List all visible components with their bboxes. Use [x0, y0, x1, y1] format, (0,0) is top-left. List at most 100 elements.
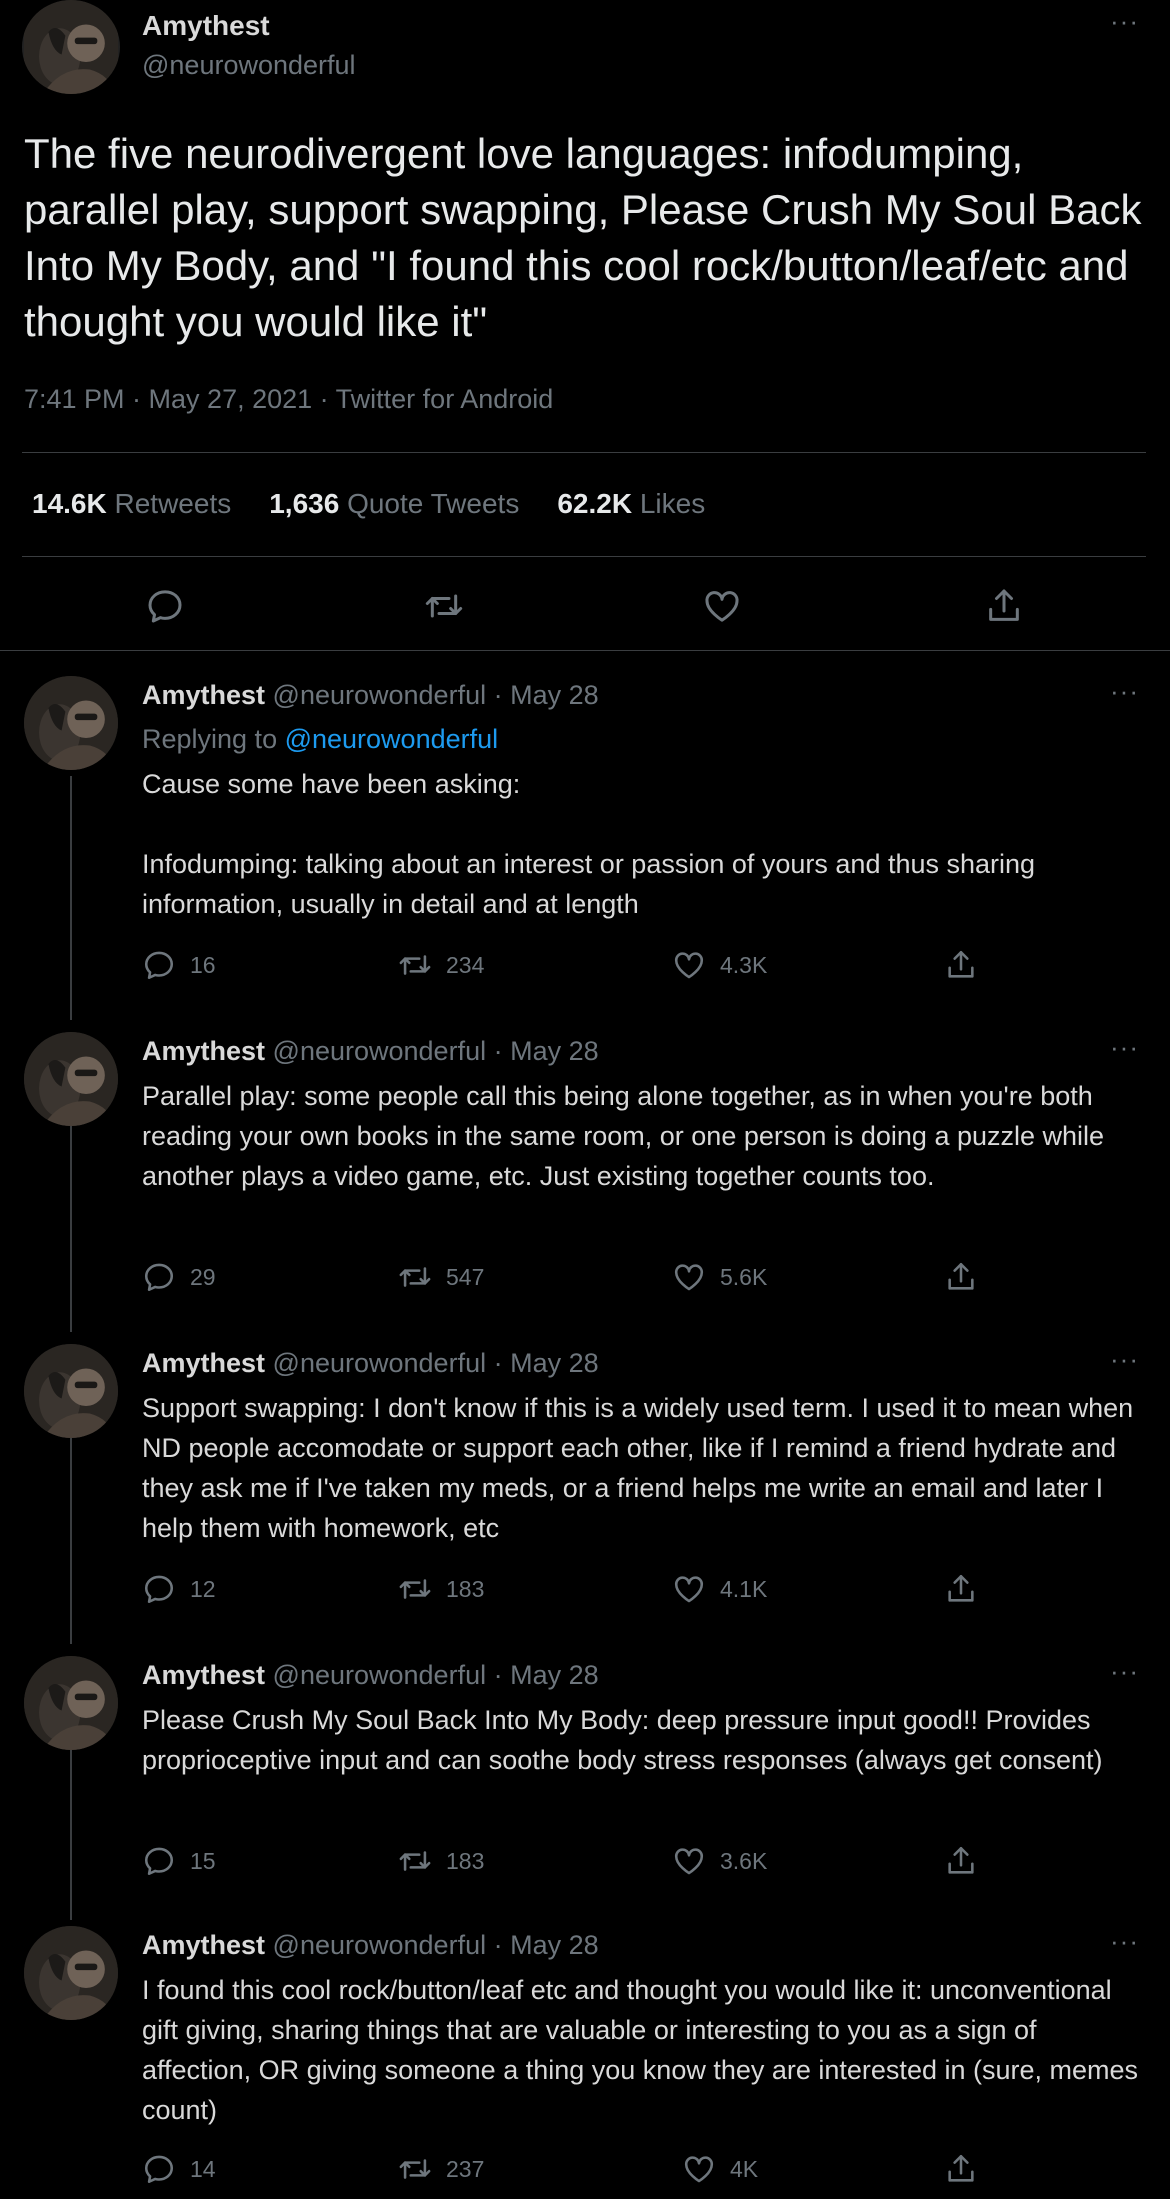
- retweet-action[interactable]: 547: [398, 1260, 484, 1294]
- reply-meta[interactable]: @neurowonderful · May 28: [273, 680, 599, 710]
- avatar[interactable]: [24, 1344, 118, 1438]
- share-action[interactable]: [944, 1844, 978, 1878]
- author-name[interactable]: Amythest: [142, 10, 270, 42]
- share-icon: [944, 1572, 978, 1606]
- avatar[interactable]: [24, 1656, 118, 1750]
- reply-tweet[interactable]: Amythest @neurowonderful · May 28 ··· I …: [0, 1922, 1170, 2199]
- more-icon[interactable]: ···: [1110, 6, 1139, 37]
- more-icon[interactable]: ···: [1110, 1344, 1139, 1375]
- more-icon[interactable]: ···: [1110, 676, 1139, 707]
- reply-icon: [142, 1572, 176, 1606]
- retweet-count: 237: [446, 2155, 485, 2182]
- retweet-icon: [398, 948, 432, 982]
- quotes-stat[interactable]: 1,636 Quote Tweets: [269, 488, 519, 520]
- heart-icon: [672, 1260, 706, 1294]
- replying-to-label: Replying to: [142, 724, 285, 754]
- share-icon: [944, 2152, 978, 2186]
- reply-count: 16: [190, 951, 216, 978]
- section-divider: [0, 650, 1170, 651]
- like-action[interactable]: 4K: [682, 2152, 758, 2186]
- avatar-image: [22, 0, 120, 94]
- avatar[interactable]: [22, 0, 120, 94]
- divider: [22, 556, 1146, 557]
- avatar[interactable]: [24, 1032, 118, 1126]
- retweet-icon[interactable]: [424, 586, 464, 626]
- reply-actions: 12 183 4.1K: [142, 1572, 992, 1612]
- retweet-action[interactable]: 183: [398, 1572, 484, 1606]
- replying-to: Replying to @neurowonderful: [142, 724, 498, 755]
- reply-tweet[interactable]: Amythest @neurowonderful · May 28 ··· Pl…: [0, 1652, 1170, 1902]
- retweet-action[interactable]: 234: [398, 948, 484, 982]
- reply-tweet[interactable]: Amythest @neurowonderful · May 28 ··· Su…: [0, 1340, 1170, 1630]
- reply-text: I found this cool rock/button/leaf etc a…: [142, 1975, 1146, 2125]
- retweet-icon: [398, 1572, 432, 1606]
- more-icon[interactable]: ···: [1110, 1032, 1139, 1063]
- divider: [22, 452, 1146, 453]
- reply-action[interactable]: 14: [142, 2152, 216, 2186]
- reply-icon: [142, 1844, 176, 1878]
- heart-icon[interactable]: [702, 586, 742, 626]
- more-icon[interactable]: ···: [1110, 1656, 1139, 1687]
- tweet-text: The five neurodivergent love languages: …: [24, 130, 1142, 345]
- author-handle[interactable]: @neurowonderful: [142, 50, 356, 81]
- reply-meta[interactable]: @neurowonderful · May 28: [273, 1036, 599, 1066]
- reply-icon[interactable]: [145, 586, 185, 626]
- like-action[interactable]: 4.1K: [672, 1572, 767, 1606]
- like-count: 4K: [730, 2155, 759, 2182]
- likes-count: 62.2K: [557, 488, 633, 519]
- reply-header: Amythest @neurowonderful · May 28: [142, 1348, 599, 1379]
- reply-text: Cause some have been asking: Infodumping…: [142, 769, 1036, 919]
- reply-icon: [142, 1260, 176, 1294]
- reply-action[interactable]: 16: [142, 948, 216, 982]
- likes-label: Likes: [639, 488, 706, 519]
- tweet-stats: 14.6K Retweets 1,636 Quote Tweets 62.2K …: [32, 488, 705, 520]
- like-count: 4.1K: [720, 1575, 768, 1602]
- reply-actions: 14 237 4K: [142, 2152, 992, 2192]
- share-icon[interactable]: [984, 586, 1024, 626]
- author-name[interactable]: Amythest: [142, 1348, 265, 1378]
- reply-actions: 15 183 3.6K: [142, 1844, 992, 1884]
- like-action[interactable]: 3.6K: [672, 1844, 767, 1878]
- reply-tweet[interactable]: Amythest @neurowonderful · May 28 ··· Re…: [0, 672, 1170, 984]
- reply-action[interactable]: 12: [142, 1572, 216, 1606]
- author-name[interactable]: Amythest: [142, 1660, 265, 1690]
- author-name[interactable]: Amythest: [142, 1930, 265, 1960]
- like-count: 5.6K: [720, 1263, 768, 1290]
- reply-meta[interactable]: @neurowonderful · May 28: [273, 1348, 599, 1378]
- retweet-action[interactable]: 237: [398, 2152, 484, 2186]
- retweet-count: 183: [446, 1847, 485, 1874]
- retweets-stat[interactable]: 14.6K Retweets: [32, 488, 231, 520]
- like-action[interactable]: 4.3K: [672, 948, 767, 982]
- reply-count: 29: [190, 1263, 216, 1290]
- share-icon: [944, 1844, 978, 1878]
- more-icon[interactable]: ···: [1110, 1926, 1139, 1957]
- quotes-label: Quote Tweets: [347, 488, 520, 519]
- reply-header: Amythest @neurowonderful · May 28: [142, 1036, 599, 1067]
- author-name[interactable]: Amythest: [142, 680, 265, 710]
- tweet-timestamp[interactable]: 7:41 PM · May 27, 2021 · Twitter for And…: [24, 384, 553, 415]
- avatar[interactable]: [24, 676, 118, 770]
- replying-to-handle[interactable]: @neurowonderful: [285, 724, 499, 754]
- retweets-count: 14.6K: [32, 488, 107, 519]
- likes-stat[interactable]: 62.2K Likes: [557, 488, 705, 520]
- reply-tweet[interactable]: Amythest @neurowonderful · May 28 ··· Pa…: [0, 1028, 1170, 1318]
- reply-meta[interactable]: @neurowonderful · May 28: [273, 1660, 599, 1690]
- reply-meta[interactable]: @neurowonderful · May 28: [273, 1930, 599, 1960]
- reply-action[interactable]: 15: [142, 1844, 216, 1878]
- author-name[interactable]: Amythest: [142, 1036, 265, 1066]
- share-action[interactable]: [944, 1572, 978, 1606]
- like-action[interactable]: 5.6K: [672, 1260, 767, 1294]
- avatar[interactable]: [24, 1926, 118, 2020]
- retweet-action[interactable]: 183: [398, 1844, 484, 1878]
- share-action[interactable]: [944, 948, 978, 982]
- retweet-icon: [398, 1844, 432, 1878]
- reply-action[interactable]: 29: [142, 1260, 216, 1294]
- reply-actions: 29 547 5.6K: [142, 1260, 992, 1300]
- share-action[interactable]: [944, 1260, 978, 1294]
- reply-header: Amythest @neurowonderful · May 28: [142, 1930, 599, 1961]
- retweet-count: 547: [446, 1263, 485, 1290]
- share-action[interactable]: [944, 2152, 978, 2186]
- reply-header: Amythest @neurowonderful · May 28: [142, 680, 599, 711]
- heart-icon: [672, 948, 706, 982]
- reply-text: Please Crush My Soul Back Into My Body: …: [142, 1705, 1103, 1775]
